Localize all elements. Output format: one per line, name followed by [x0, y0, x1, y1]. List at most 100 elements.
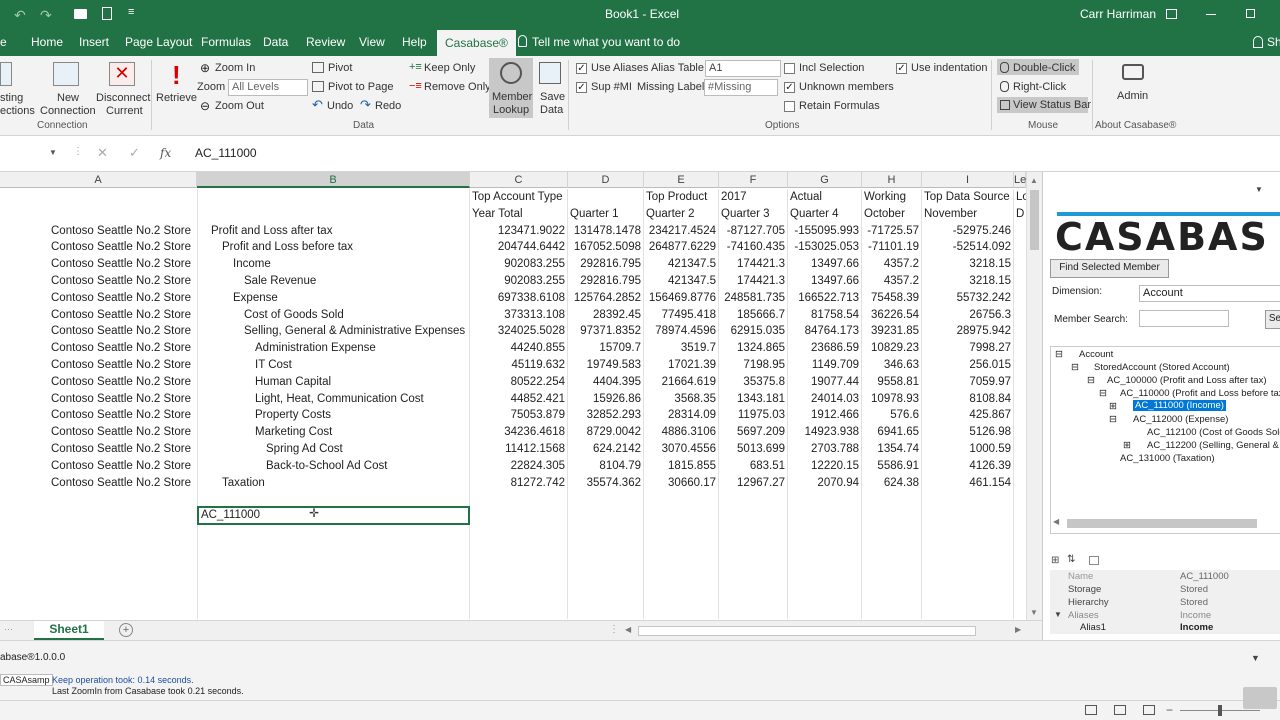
value-cell[interactable]: 7998.27 [922, 340, 1011, 357]
tell-me-search[interactable]: Tell me what you want to do [532, 35, 680, 49]
tree-node-ac131000[interactable]: AC_131000 (Taxation) [1120, 453, 1215, 464]
value-cell[interactable]: 346.63 [862, 357, 919, 374]
tree-expander-icon[interactable]: ⊞ [1123, 440, 1131, 451]
value-cell[interactable]: 167052.5098 [568, 239, 641, 256]
value-cell[interactable]: 26756.3 [922, 307, 1011, 324]
value-cell[interactable]: 3519.7 [644, 340, 716, 357]
value-cell[interactable]: 624.38 [862, 475, 919, 492]
page-break-view-icon[interactable] [1143, 705, 1155, 715]
value-cell[interactable]: 3218.15 [922, 273, 1011, 290]
existing-connections-button[interactable]: sting [0, 92, 23, 104]
value-cell[interactable]: 125764.2852 [568, 290, 641, 307]
value-cell[interactable]: 9558.81 [862, 374, 919, 391]
account-cell[interactable]: Expense [233, 290, 278, 307]
zoom-out-status-icon[interactable]: − [1166, 703, 1173, 717]
account-cell[interactable]: Taxation [222, 475, 265, 492]
value-cell[interactable]: 697338.6108 [470, 290, 565, 307]
tree-expander-icon[interactable]: ⊞ [1109, 401, 1117, 412]
new-connection-button[interactable]: New [57, 92, 79, 104]
column-header-c[interactable]: C [470, 172, 568, 188]
restore-icon[interactable] [1246, 9, 1255, 18]
value-cell[interactable]: 2070.94 [788, 475, 859, 492]
member-search-input[interactable] [1139, 310, 1229, 327]
header-cell[interactable]: Working [864, 189, 906, 206]
name-box-dropdown-icon[interactable]: ▼ [49, 148, 57, 157]
alias-table-select[interactable]: A1 [705, 60, 781, 77]
value-cell[interactable]: 55732.242 [922, 290, 1011, 307]
value-cell[interactable]: 22824.305 [470, 458, 565, 475]
save-data-button[interactable]: Save [540, 91, 565, 103]
add-sheet-icon[interactable]: + [119, 623, 133, 637]
value-cell[interactable]: 21664.619 [644, 374, 716, 391]
column-header-g[interactable]: G [788, 172, 862, 188]
value-cell[interactable]: 19749.583 [568, 357, 641, 374]
account-cell[interactable]: Income [233, 256, 271, 273]
store-cell[interactable]: Contoso Seattle No.2 Store [51, 340, 191, 357]
tree-hscroll-left-icon[interactable]: ◀ [1053, 517, 1059, 526]
value-cell[interactable]: 902083.255 [470, 273, 565, 290]
value-cell[interactable]: 7198.95 [719, 357, 785, 374]
header-cell[interactable]: Quarter 4 [790, 206, 839, 223]
value-cell[interactable]: 78974.4596 [644, 323, 716, 340]
tab-casabase[interactable]: Casabase® [437, 30, 516, 56]
value-cell[interactable]: 373313.108 [470, 307, 565, 324]
value-cell[interactable]: 11412.1568 [470, 441, 565, 458]
use-indentation-checkbox[interactable]: ✓ [896, 63, 907, 74]
column-header-f[interactable]: F [719, 172, 788, 188]
undo-quick-icon[interactable]: ↶ [14, 7, 26, 24]
disconnect-button[interactable]: Disconnect [96, 92, 150, 104]
store-cell[interactable]: Contoso Seattle No.2 Store [51, 323, 191, 340]
value-cell[interactable]: 461.154 [922, 475, 1011, 492]
value-cell[interactable]: 3070.4556 [644, 441, 716, 458]
redo-button[interactable]: Redo [375, 100, 401, 112]
value-cell[interactable]: -52975.246 [922, 223, 1011, 240]
selected-cell[interactable]: AC_111000 ✛ [197, 506, 470, 525]
new-file-icon[interactable] [102, 7, 112, 20]
value-cell[interactable]: 8108.84 [922, 391, 1011, 408]
value-cell[interactable]: 421347.5 [644, 256, 716, 273]
minimize-icon[interactable] [1206, 14, 1216, 15]
customize-toolbar-icon[interactable]: ≡ [128, 6, 134, 18]
account-cell[interactable]: Selling, General & Administrative Expens… [244, 323, 465, 340]
value-cell[interactable]: 4126.39 [922, 458, 1011, 475]
value-cell[interactable]: 77495.418 [644, 307, 716, 324]
value-cell[interactable]: 30660.17 [644, 475, 716, 492]
scroll-thumb[interactable] [1030, 190, 1039, 250]
account-cell[interactable]: Light, Heat, Communication Cost [255, 391, 424, 408]
pane-options-icon[interactable]: ▼ [1255, 185, 1263, 194]
account-cell[interactable]: Profit and Loss after tax [211, 223, 332, 240]
value-cell[interactable]: 6941.65 [862, 424, 919, 441]
value-cell[interactable]: 248581.735 [719, 290, 785, 307]
tree-expander-icon[interactable]: ⊟ [1087, 375, 1095, 386]
value-cell[interactable]: 13497.66 [788, 256, 859, 273]
incl-selection-checkbox[interactable] [784, 63, 795, 74]
account-cell[interactable]: IT Cost [255, 357, 292, 374]
column-header-b[interactable]: B [197, 172, 470, 188]
tab-view[interactable]: View [359, 35, 385, 49]
sheet-nav-icon[interactable]: ⋯ [4, 624, 13, 635]
value-cell[interactable]: 75458.39 [862, 290, 919, 307]
tree-expander-icon[interactable]: ⊟ [1071, 362, 1079, 373]
value-cell[interactable]: 4886.3106 [644, 424, 716, 441]
value-cell[interactable]: 15709.7 [568, 340, 641, 357]
account-cell[interactable]: Marketing Cost [255, 424, 332, 441]
store-cell[interactable]: Contoso Seattle No.2 Store [51, 256, 191, 273]
value-cell[interactable]: -71101.19 [862, 239, 919, 256]
property-pages-icon[interactable] [1089, 556, 1099, 565]
value-cell[interactable]: 28975.942 [922, 323, 1011, 340]
value-cell[interactable]: 97371.8352 [568, 323, 641, 340]
value-cell[interactable]: 13497.66 [788, 273, 859, 290]
value-cell[interactable]: 24014.03 [788, 391, 859, 408]
value-cell[interactable]: 44240.855 [470, 340, 565, 357]
view-status-bar-button[interactable]: View Status Bar [1013, 99, 1091, 111]
hscroll-thumb[interactable] [638, 626, 976, 636]
value-cell[interactable]: 81272.742 [470, 475, 565, 492]
value-cell[interactable]: 45119.632 [470, 357, 565, 374]
retain-formulas-checkbox[interactable] [784, 101, 795, 112]
collapse-aliases-icon[interactable]: ▼ [1054, 610, 1062, 619]
value-cell[interactable]: 1354.74 [862, 441, 919, 458]
value-cell[interactable]: 624.2142 [568, 441, 641, 458]
value-cell[interactable]: 28392.45 [568, 307, 641, 324]
tab-data[interactable]: Data [263, 35, 288, 49]
tree-node-ac111000-selected[interactable]: AC_111000 (Income) [1133, 400, 1226, 411]
